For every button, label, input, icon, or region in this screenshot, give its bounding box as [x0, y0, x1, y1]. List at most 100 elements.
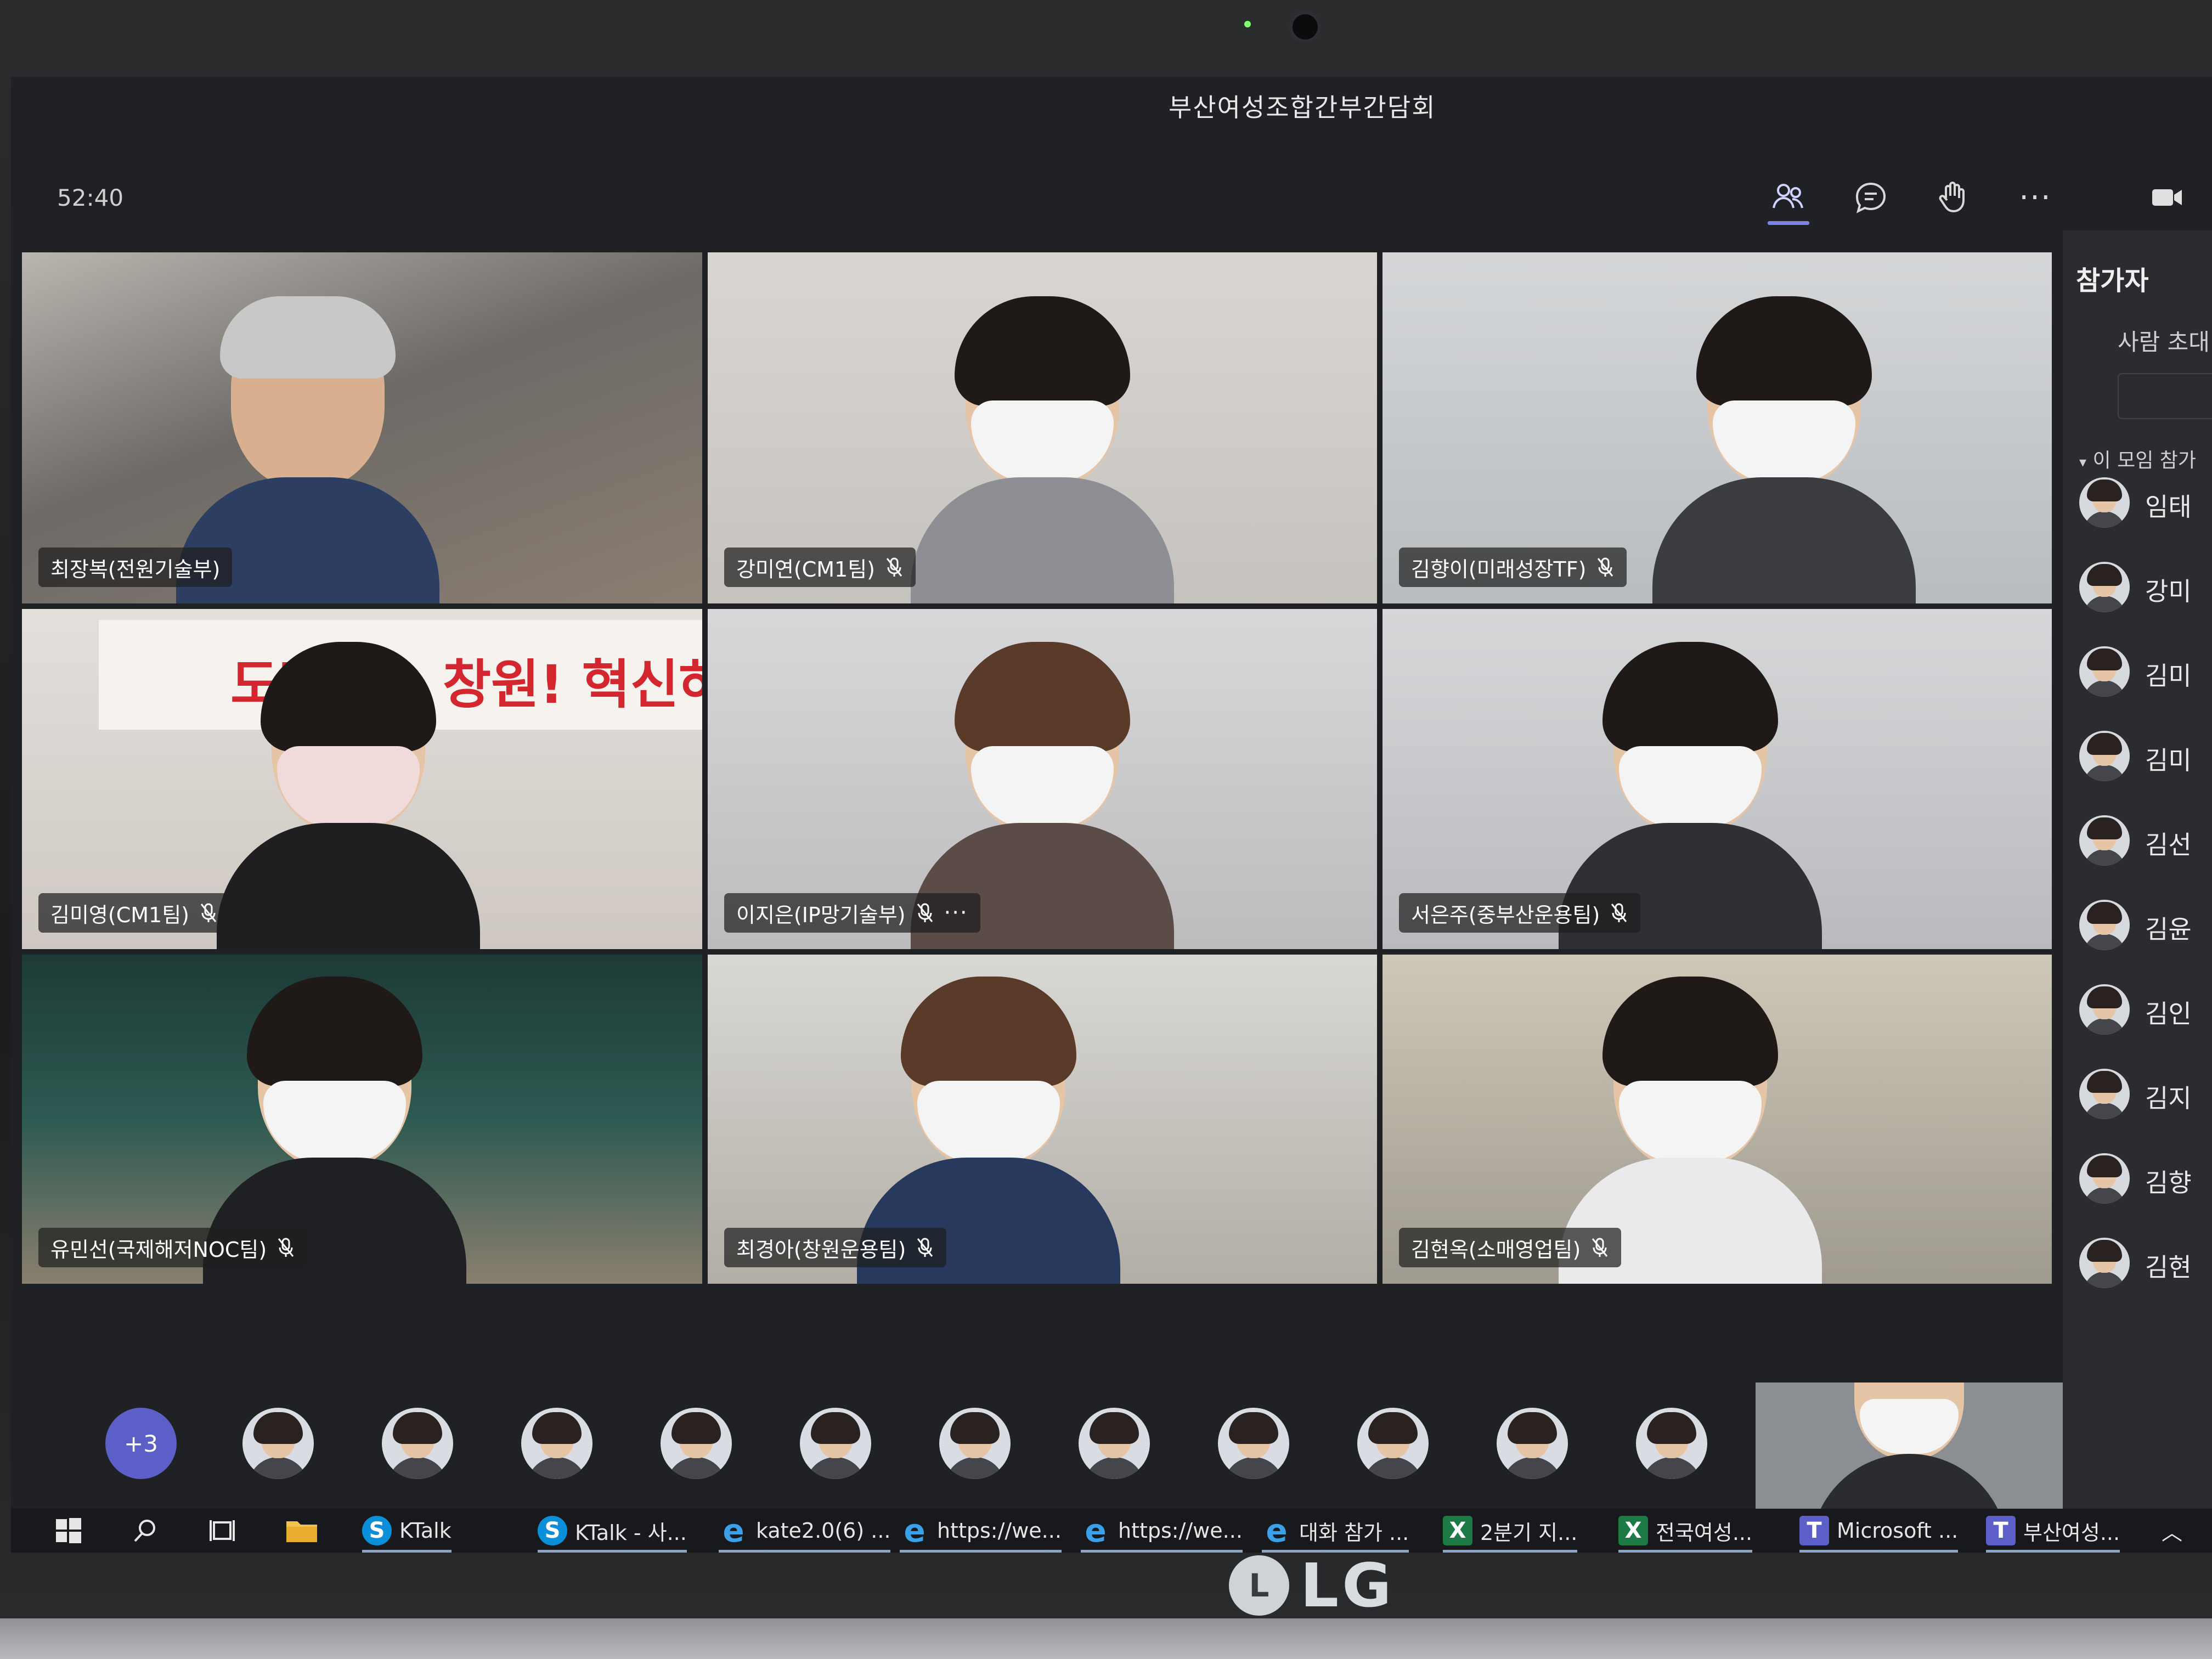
video-tile[interactable]: 서은주(중부산운용팀) [1383, 609, 2052, 949]
raise-hand-button[interactable] [1926, 170, 1980, 225]
participant-list-item[interactable]: 김인 [2079, 979, 2212, 1039]
participant-list-item[interactable]: 김선 [2079, 810, 2212, 870]
taskbar-ie-web-1[interactable]: e https://we... [900, 1509, 1062, 1553]
participant-name: 김현옥(소매영업팀) [1411, 1237, 1581, 1262]
participant-avatar[interactable] [661, 1408, 732, 1479]
participants-panel: 참가자 사람 초대 ▾ 이 모임 참가 임태 강미 김미 김미 김선 김윤 김인… [2063, 230, 2212, 1509]
tray-overflow-button[interactable]: ︿ [2162, 1509, 2182, 1553]
teams-icon: T [1986, 1516, 2016, 1545]
avatar [2079, 562, 2130, 612]
participant-video [1630, 296, 1938, 603]
participant-video [195, 642, 502, 949]
more-icon[interactable]: ··· [944, 900, 968, 926]
chat-button[interactable] [1843, 170, 1898, 225]
participant-avatar[interactable] [242, 1408, 314, 1479]
meeting-title: 부산여성조합간부간담회 [1169, 93, 1436, 122]
participant-avatar[interactable] [382, 1408, 453, 1479]
taskbar-item-label: kate2.0(6) ... [756, 1519, 891, 1543]
camera-led [1244, 21, 1251, 27]
participant-list-item[interactable]: 김현 [2079, 1232, 2212, 1293]
participant-list-item[interactable]: 김미 [2079, 641, 2212, 701]
search-icon [134, 1520, 155, 1542]
file-explorer-button[interactable] [285, 1509, 318, 1553]
participant-list-item[interactable]: 임태 [2079, 472, 2212, 532]
lg-logo-icon: L [1229, 1555, 1289, 1616]
participant-list-item[interactable]: 김윤 [2079, 894, 2212, 955]
windows-taskbar: S KTalk S KTalk - 사... e kate2.0(6) ... … [11, 1509, 2212, 1553]
laptop-brand-logo: L LG [1229, 1550, 1395, 1621]
participant-avatar[interactable] [1497, 1408, 1568, 1479]
taskbar-ktalk-window[interactable]: S KTalk - 사... [538, 1509, 687, 1553]
taskbar-teams-2[interactable]: T 부산여성... [1986, 1509, 2120, 1553]
participant-list-name: 김윤 [2145, 915, 2192, 944]
camera-toggle-button[interactable] [2140, 170, 2194, 225]
participant-avatar[interactable] [800, 1408, 871, 1479]
more-options-button[interactable]: ··· [2008, 170, 2063, 225]
video-tile[interactable]: 김현옥(소매영업팀) [1383, 955, 2052, 1284]
invite-people-input[interactable]: 사람 초대 [2118, 324, 2210, 357]
participant-name: 서은주(중부산운용팀) [1411, 902, 1600, 927]
taskbar-ie-kate[interactable]: e kate2.0(6) ... [719, 1509, 891, 1553]
search-button[interactable] [132, 1509, 159, 1553]
task-view-icon [210, 1520, 235, 1541]
task-view-button[interactable] [208, 1509, 236, 1553]
avatar [2079, 815, 2130, 866]
taskbar-teams-1[interactable]: T Microsoft ... [1799, 1509, 1959, 1553]
taskbar-item-label: https://we... [1118, 1519, 1243, 1543]
participant-list-item[interactable]: 김미 [2079, 725, 2212, 786]
participant-avatar[interactable] [521, 1408, 592, 1479]
teams-icon: T [1799, 1516, 1829, 1545]
teams-meeting-window: 부산여성조합간부간담회 52:40 ··· 최장복(전원기술부) 강미연(CM1… [11, 77, 2212, 1553]
webcam-lens [1289, 11, 1321, 43]
participants-button[interactable] [1761, 170, 1816, 225]
video-tile[interactable]: 유민선(국제해저NOC팀) [22, 955, 702, 1284]
participant-avatar[interactable] [1218, 1408, 1289, 1479]
participant-list-name: 김미 [2145, 746, 2192, 775]
participant-video [889, 296, 1196, 603]
taskbar-ie-join[interactable]: e 대화 참가 ... [1262, 1509, 1409, 1553]
avatar [2079, 646, 2130, 697]
taskbar-item-label: https://we... [937, 1519, 1062, 1543]
avatar [2079, 1238, 2130, 1288]
invite-people-box[interactable] [2118, 373, 2212, 419]
taskbar-excel-2[interactable]: X 전국여성... [1618, 1509, 1753, 1553]
participant-list-name: 임태 [2145, 492, 2192, 522]
mic-muted-icon [917, 903, 933, 922]
ie-icon: e [723, 1512, 744, 1549]
participant-avatar[interactable] [1357, 1408, 1429, 1479]
video-tile[interactable]: 이지은(IP망기술부) ··· [708, 609, 1377, 949]
participant-nameplate: 김향이(미래성장TF) [1399, 548, 1627, 587]
excel-icon: X [1443, 1516, 1472, 1545]
participant-list-name: 강미 [2145, 577, 2192, 606]
taskbar-ktalk[interactable]: S KTalk [362, 1509, 452, 1553]
participant-list-item[interactable]: 강미 [2079, 556, 2212, 617]
video-tile[interactable]: 최경아(창원운용팀) [708, 955, 1377, 1284]
participant-strip: +3 [11, 1383, 2212, 1547]
taskbar-excel-1[interactable]: X 2분기 지... [1443, 1509, 1578, 1553]
video-tile[interactable]: 강미연(CM1팀) [708, 252, 1377, 603]
avatar [2079, 1153, 2130, 1204]
video-tile[interactable]: 도전하는 창원! 혁신하라 김미영(CM1팀) [22, 609, 702, 949]
participant-avatar[interactable] [1079, 1408, 1150, 1479]
start-button[interactable] [55, 1509, 82, 1553]
participant-avatar[interactable] [1636, 1408, 1707, 1479]
taskbar-ie-web-2[interactable]: e https://we... [1081, 1509, 1243, 1553]
participant-list-item[interactable]: 김향 [2079, 1148, 2212, 1208]
in-meeting-section-header[interactable]: ▾ 이 모임 참가 [2079, 444, 2196, 473]
participant-nameplate: 이지은(IP망기술부) ··· [724, 893, 980, 933]
video-tile[interactable]: 최장복(전원기술부) [22, 252, 702, 603]
mic-muted-icon [200, 903, 217, 922]
participant-name: 김향이(미래성장TF) [1411, 557, 1587, 582]
video-tile[interactable]: 김향이(미래성장TF) [1383, 252, 2052, 603]
taskbar-item-label: Microsoft ... [1837, 1519, 1959, 1543]
participant-name: 김미영(CM1팀) [50, 902, 189, 927]
participant-avatar[interactable] [939, 1408, 1011, 1479]
participant-list-item[interactable]: 김지 [2079, 1063, 2212, 1124]
mic-muted-icon [1611, 903, 1627, 922]
participants-icon [1773, 184, 1803, 208]
avatar [2079, 984, 2130, 1035]
avatar [2079, 731, 2130, 781]
overflow-participants-badge[interactable]: +3 [105, 1408, 177, 1479]
windows-icon [56, 1518, 81, 1543]
meeting-timer: 52:40 [57, 184, 124, 211]
